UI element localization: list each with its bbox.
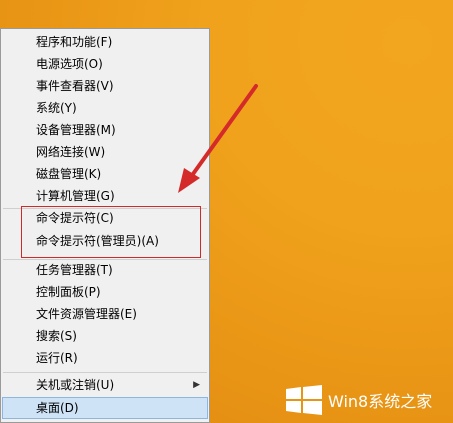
watermark-text: Win8系统之家	[328, 392, 433, 411]
annotation-arrow-icon	[178, 84, 258, 193]
windows-logo-icon	[286, 385, 322, 415]
watermark-logo: Win8系统之家	[286, 385, 432, 415]
